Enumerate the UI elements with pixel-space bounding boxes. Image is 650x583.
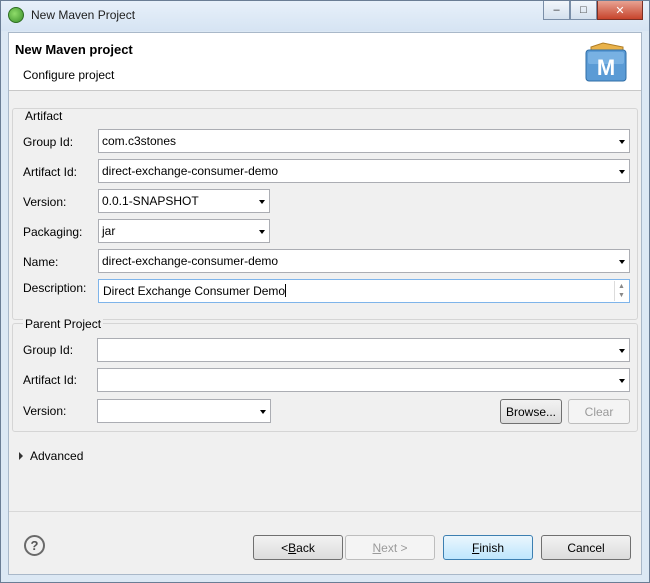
browse-button[interactable]: Browse...: [500, 399, 562, 424]
minimize-button[interactable]: ‒: [543, 1, 570, 20]
description-label: Description:: [23, 281, 87, 295]
text-caret: [285, 284, 287, 297]
name-label: Name:: [23, 255, 59, 269]
packaging-combo[interactable]: jar: [98, 219, 270, 243]
parent-version-combo[interactable]: [97, 399, 271, 423]
artifact-id-label: Artifact Id:: [23, 165, 78, 179]
wizard-header: New Maven project Configure project M: [9, 33, 641, 91]
window-controls: ‒ □ ✕: [543, 1, 643, 21]
packaging-value: jar: [102, 224, 116, 238]
chevron-down-icon[interactable]: [259, 200, 265, 204]
advanced-label: Advanced: [30, 449, 84, 463]
group-id-value: com.c3stones: [102, 134, 177, 148]
artifact-group-title: Artifact: [23, 109, 65, 123]
wizard-title: New Maven project: [15, 42, 133, 57]
maximize-button[interactable]: □: [570, 1, 597, 20]
wizard-subtitle: Configure project: [23, 68, 115, 82]
clear-button[interactable]: Clear: [568, 399, 630, 424]
maven-logo-icon: M: [585, 42, 627, 82]
title-bar: New Maven Project ‒ □ ✕: [1, 1, 649, 31]
chevron-down-icon[interactable]: [619, 379, 625, 383]
cancel-button[interactable]: Cancel: [541, 535, 631, 560]
finish-button[interactable]: Finish: [443, 535, 533, 560]
dialog-content: New Maven project Configure project M Ar…: [8, 32, 642, 575]
advanced-expander[interactable]: Advanced: [19, 449, 83, 463]
description-value: Direct Exchange Consumer Demo: [103, 284, 286, 298]
help-icon[interactable]: ?: [24, 535, 45, 556]
back-button[interactable]: < Back: [253, 535, 343, 560]
chevron-down-icon[interactable]: [619, 170, 625, 174]
parent-artifact-id-combo[interactable]: [97, 368, 630, 392]
spring-app-icon: [8, 7, 24, 23]
parent-artifact-id-label: Artifact Id:: [23, 373, 78, 387]
chevron-down-icon[interactable]: [260, 410, 266, 414]
version-combo[interactable]: 0.0.1-SNAPSHOT: [98, 189, 270, 213]
name-value: direct-exchange-consumer-demo: [102, 254, 279, 268]
chevron-down-icon[interactable]: [259, 230, 265, 234]
expand-arrow-icon[interactable]: [19, 452, 23, 460]
description-field[interactable]: Direct Exchange Consumer Demo ▲ ▼: [98, 279, 630, 303]
chevron-down-icon[interactable]: [619, 140, 625, 144]
artifact-id-value: direct-exchange-consumer-demo: [102, 164, 279, 178]
chevron-down-icon[interactable]: [619, 260, 625, 264]
dialog-window: New Maven Project ‒ □ ✕ New Maven projec…: [0, 0, 650, 583]
parent-version-label: Version:: [23, 404, 67, 418]
artifact-id-combo[interactable]: direct-exchange-consumer-demo: [98, 159, 630, 183]
group-id-combo[interactable]: com.c3stones: [98, 129, 630, 153]
scroll-arrows-icon[interactable]: ▲ ▼: [614, 281, 628, 301]
chevron-down-icon[interactable]: [619, 349, 625, 353]
parent-group-id-combo[interactable]: [97, 338, 630, 362]
window-title: New Maven Project: [31, 8, 136, 22]
footer-separator: [9, 511, 641, 512]
logo-letter: M: [597, 55, 615, 80]
version-value: 0.0.1-SNAPSHOT: [102, 194, 199, 208]
group-id-label: Group Id:: [23, 135, 74, 149]
packaging-label: Packaging:: [23, 225, 83, 239]
version-label: Version:: [23, 195, 67, 209]
close-button[interactable]: ✕: [597, 1, 643, 20]
name-combo[interactable]: direct-exchange-consumer-demo: [98, 249, 630, 273]
parent-project-title: Parent Project: [23, 317, 104, 331]
next-button[interactable]: Next >: [345, 535, 435, 560]
parent-group-id-label: Group Id:: [23, 343, 74, 357]
